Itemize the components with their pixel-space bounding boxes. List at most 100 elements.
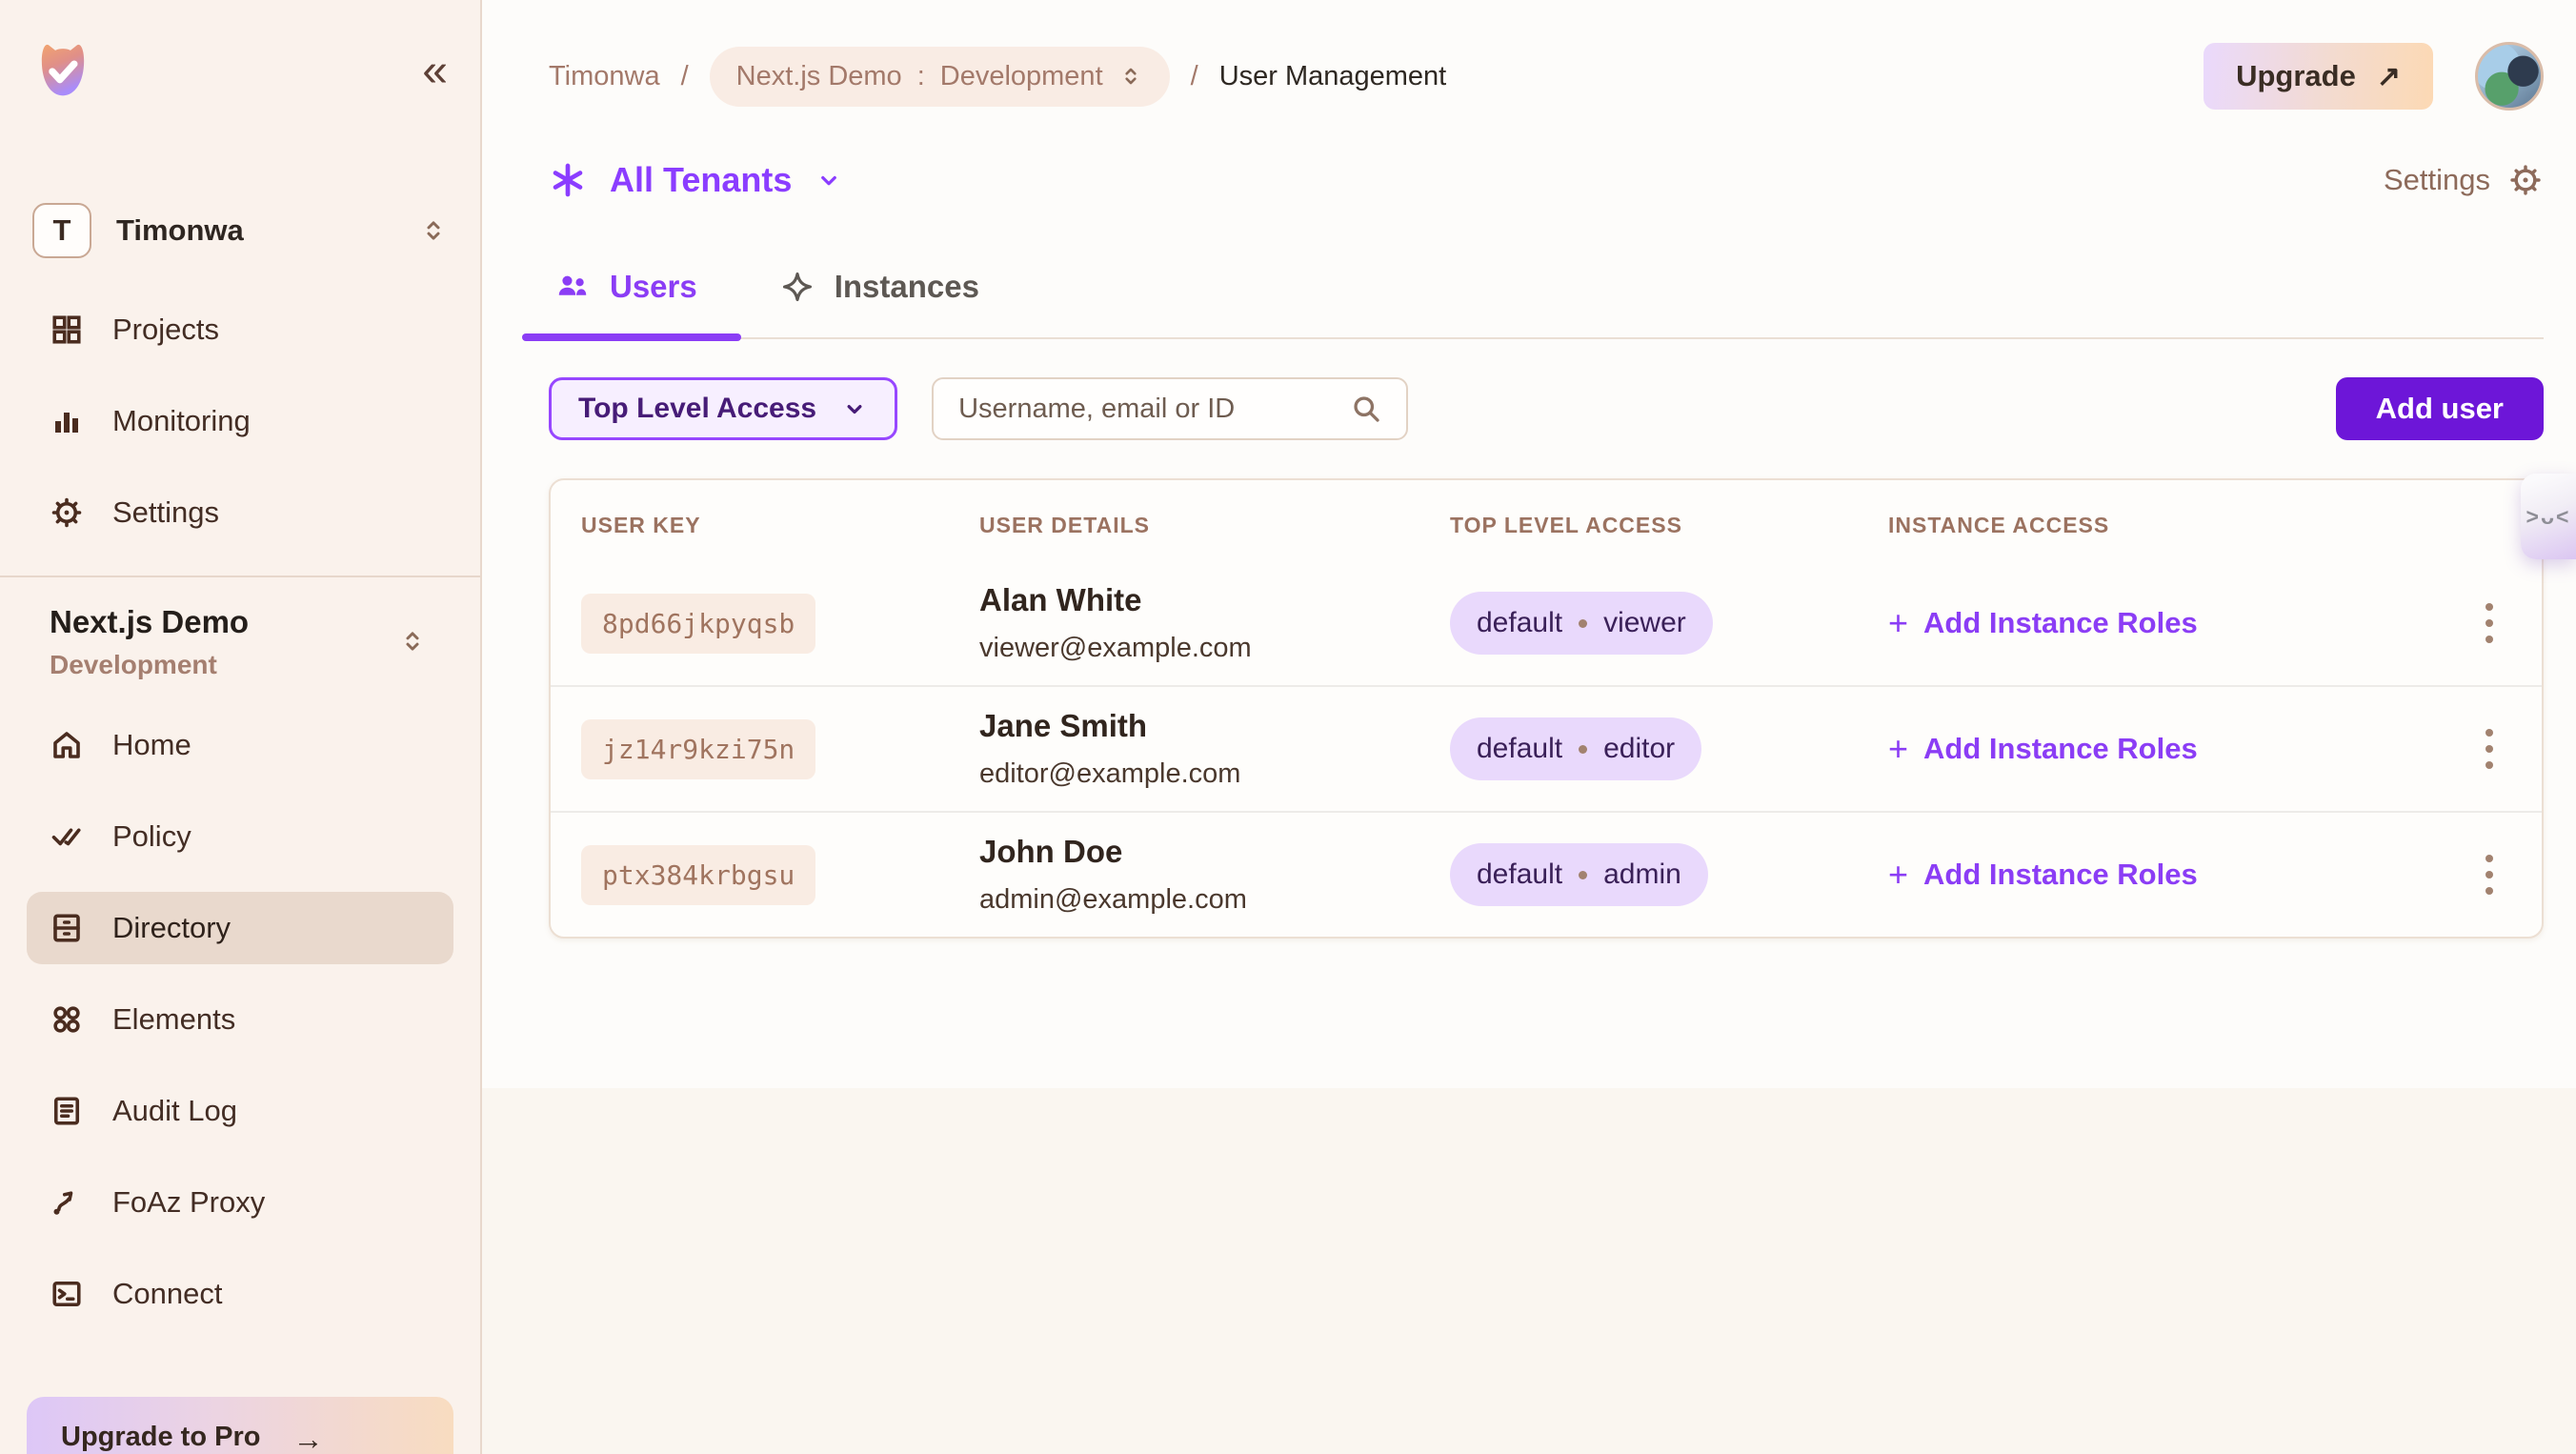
proxy-route-icon — [50, 1185, 84, 1220]
sidebar-item-label: Monitoring — [112, 404, 251, 438]
user-name: John Doe — [979, 834, 1450, 870]
chevron-up-down-icon — [419, 216, 448, 245]
access-filter-label: Top Level Access — [578, 393, 816, 425]
four-circles-icon — [50, 1002, 84, 1037]
breadcrumb: Timonwa / Next.js Demo : Development / U… — [549, 47, 1446, 107]
breadcrumb-separator: / — [681, 61, 689, 92]
workspace-nav: Projects Monitoring Settings — [27, 293, 453, 549]
access-badge[interactable]: default editor — [1450, 717, 1701, 780]
breadcrumb-environment-pill[interactable]: Next.js Demo : Development — [710, 47, 1170, 107]
tab-users[interactable]: Users — [549, 269, 703, 337]
column-header-top-level-access: TOP LEVEL ACCESS — [1450, 513, 1888, 538]
settings-link-label: Settings — [2384, 163, 2490, 197]
badge-role: editor — [1603, 733, 1675, 765]
search-input[interactable] — [956, 393, 1334, 426]
sidebar-item-label: Settings — [112, 495, 219, 530]
user-email: viewer@example.com — [979, 633, 1450, 664]
tab-bar: Users Instances — [549, 269, 2544, 339]
workspace-selector[interactable]: T Timonwa — [27, 202, 453, 259]
sidebar-item-label: FoAz Proxy — [112, 1185, 265, 1220]
table-header: USER KEY USER DETAILS TOP LEVEL ACCESS I… — [551, 480, 2542, 561]
sidebar-item-elements[interactable]: Elements — [27, 983, 453, 1056]
project-switch-button[interactable] — [394, 623, 431, 662]
dot-separator-icon — [1579, 871, 1587, 879]
user-avatar[interactable] — [2475, 42, 2544, 111]
user-email: admin@example.com — [979, 884, 1450, 916]
plus-icon: + — [1888, 858, 1908, 892]
filter-row: Top Level Access Add user — [549, 377, 2544, 440]
upgrade-button-label: Upgrade — [2236, 59, 2356, 93]
row-menu-button[interactable] — [2437, 719, 2542, 778]
gear-icon — [50, 495, 84, 530]
user-name: Jane Smith — [979, 708, 1450, 744]
tab-instances[interactable]: Instances — [774, 269, 985, 337]
upgrade-to-pro-banner[interactable]: Upgrade to Pro → — [27, 1397, 453, 1454]
asterisk-icon — [549, 161, 587, 199]
breadcrumb-workspace[interactable]: Timonwa — [549, 61, 660, 92]
add-user-button[interactable]: Add user — [2336, 377, 2544, 440]
sidebar-item-label: Audit Log — [112, 1094, 237, 1128]
row-menu-button[interactable] — [2437, 845, 2542, 904]
chevron-down-icon — [841, 395, 868, 422]
bar-chart-icon — [50, 404, 84, 438]
sidebar-item-label: Elements — [112, 1002, 235, 1037]
add-instance-roles-link[interactable]: + Add Instance Roles — [1888, 732, 2437, 766]
environment-settings-link[interactable]: Settings — [2384, 162, 2544, 198]
sidebar-item-projects[interactable]: Projects — [27, 293, 453, 366]
topbar: Timonwa / Next.js Demo : Development / U… — [549, 42, 2544, 111]
sidebar-item-label: Projects — [112, 313, 219, 347]
sidebar-item-label: Home — [112, 728, 191, 762]
tenant-selector-label: All Tenants — [610, 160, 792, 200]
sidebar-item-monitoring[interactable]: Monitoring — [27, 385, 453, 457]
sidebar-item-home[interactable]: Home — [27, 709, 453, 781]
document-lines-icon — [50, 1094, 84, 1128]
breadcrumb-environment: Development — [940, 61, 1103, 92]
tenant-selector[interactable]: All Tenants — [549, 160, 843, 200]
sidebar-item-foaz-proxy[interactable]: FoAz Proxy — [27, 1166, 453, 1239]
sidebar-item-connect[interactable]: Connect — [27, 1258, 453, 1330]
project-switcher[interactable]: Next.js Demo Development — [50, 604, 431, 680]
access-badge[interactable]: default admin — [1450, 843, 1708, 906]
sidebar: « T Timonwa Projects — [0, 0, 482, 1454]
add-instance-roles-label: Add Instance Roles — [1923, 732, 2198, 766]
breadcrumb-project: Next.js Demo — [736, 61, 902, 92]
sidebar-collapse-button[interactable]: « — [416, 49, 453, 94]
access-filter-dropdown[interactable]: Top Level Access — [549, 377, 897, 440]
column-header-user-key: USER KEY — [551, 513, 979, 538]
grid-icon — [50, 313, 84, 347]
topbar-actions: Upgrade ↗ — [2204, 42, 2544, 111]
badge-tenant: default — [1477, 607, 1562, 639]
table-row: ptx384krbgsu John Doe admin@example.com … — [551, 811, 2542, 937]
sidebar-item-audit-log[interactable]: Audit Log — [27, 1075, 453, 1147]
badge-tenant: default — [1477, 858, 1562, 891]
sidebar-item-directory[interactable]: Directory — [27, 892, 453, 964]
sidebar-header: « — [27, 34, 453, 109]
breadcrumb-current-page: User Management — [1219, 61, 1447, 92]
user-key-chip: 8pd66jkpyqsb — [581, 594, 815, 654]
dot-separator-icon — [1579, 619, 1587, 628]
permit-logo-icon[interactable] — [27, 35, 99, 108]
sidebar-item-label: Connect — [112, 1277, 222, 1311]
tab-label: Users — [610, 269, 697, 305]
arrow-right-icon: → — [292, 1422, 323, 1454]
users-table: USER KEY USER DETAILS TOP LEVEL ACCESS I… — [549, 478, 2544, 939]
upgrade-button[interactable]: Upgrade ↗ — [2204, 43, 2433, 110]
users-icon — [554, 269, 591, 305]
access-badge[interactable]: default viewer — [1450, 592, 1713, 655]
breadcrumb-colon: : — [917, 61, 925, 92]
plus-icon: + — [1888, 606, 1908, 640]
badge-tenant: default — [1477, 733, 1562, 765]
sidebar-item-settings[interactable]: Settings — [27, 476, 453, 549]
sidebar-item-policy[interactable]: Policy — [27, 800, 453, 873]
side-panel-toggle-handle[interactable]: >ᴗ< — [2521, 474, 2576, 559]
home-icon — [50, 728, 84, 762]
sidebar-item-label: Policy — [112, 819, 191, 854]
double-check-icon — [50, 819, 84, 854]
chevron-up-down-icon — [1118, 64, 1143, 89]
column-header-instance-access: INSTANCE ACCESS — [1888, 513, 2437, 538]
add-instance-roles-link[interactable]: + Add Instance Roles — [1888, 858, 2437, 892]
row-menu-button[interactable] — [2437, 594, 2542, 653]
badge-role: viewer — [1603, 607, 1686, 639]
table-row: 8pd66jkpyqsb Alan White viewer@example.c… — [551, 561, 2542, 685]
add-instance-roles-link[interactable]: + Add Instance Roles — [1888, 606, 2437, 640]
